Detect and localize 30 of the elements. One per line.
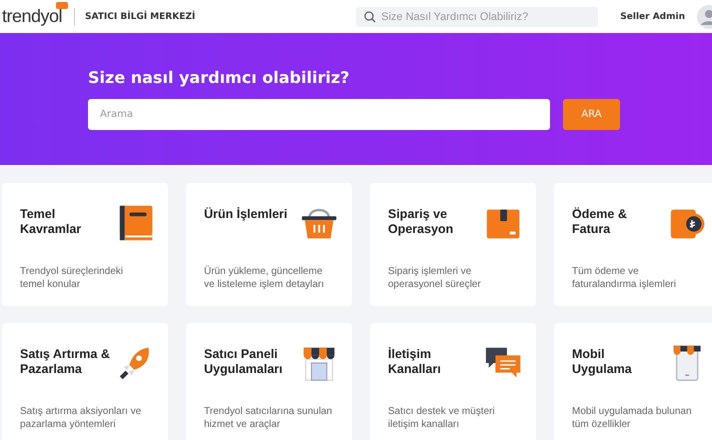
category-card[interactable]: Sipariş ve Operasyon Sipariş işlemleri ve operasyonel süreçler — [370, 183, 536, 306]
category-card[interactable]: Mobil Uygulama Mobil uygulamada bulunan tüm özellikler — [554, 323, 712, 440]
card-title: Mobil Uygulama — [572, 347, 633, 377]
category-card[interactable]: Ürün İşlemleri Ürün yükleme, güncelleme ve listeleme işlem detayları — [186, 183, 352, 306]
card-description: Trendyol süreçlerindeki temel konular — [20, 265, 124, 291]
card-description: Satıcı destek ve müşteri iletişim kanalları — [388, 405, 496, 431]
logo[interactable]: trendyol — [2, 6, 62, 27]
card-title: Sipariş ve Operasyon — [388, 207, 454, 237]
card-description: Tüm ödeme ve faturalandırma işlemleri — [572, 265, 677, 291]
category-card[interactable]: Temel Kavramlar Trendyol süreçlerindeki temel konular — [2, 183, 168, 306]
card-description: Mobil uygulamada bulunan tüm özellikler — [572, 405, 693, 431]
user-name[interactable]: Seller Admin — [620, 12, 685, 22]
card-title: Ürün İşlemleri — [204, 207, 288, 222]
category-card[interactable]: Ödeme & Fatura Tüm ödeme ve faturalandırma işlemleri — [554, 183, 712, 306]
card-description: Trendyol satıcılarına sunulan hizmet ve araçlar — [204, 405, 334, 431]
card-title: Satış Artırma & Pazarlama — [20, 347, 111, 377]
card-title: Ödeme & Fatura — [572, 207, 628, 237]
category-card[interactable]: Satış Artırma & Pazarlama Satış artırma aksiyonları ve pazarlama yöntemleri — [2, 323, 168, 440]
card-title: İletişim Kanalları — [388, 347, 442, 377]
category-card[interactable]: Satıcı Paneli Uygulamaları Trendyol satıcılarına sunulan hizmet ve araçlar — [186, 323, 352, 440]
category-card[interactable]: İletişim Kanalları Satıcı destek ve müşteri iletişim kanalları — [370, 323, 536, 440]
card-description: Sipariş işlemleri ve operasyonel süreçler — [388, 265, 482, 291]
card-title: Satıcı Paneli Uygulamaları — [204, 347, 284, 377]
card-description: Ürün yükleme, güncelleme ve listeleme işlem detayları — [204, 265, 326, 291]
section-title: SATICI BİLGİ MERKEZİ — [85, 12, 196, 22]
hero-title: Size nasıl yardımcı olabiliriz? — [88, 68, 350, 87]
card-description: Satış artırma aksiyonları ve pazarlama yöntemleri — [20, 405, 142, 431]
search-field[interactable]: Size Nasıl Yardımcı Olabiliriz? — [356, 6, 598, 26]
card-title: Temel Kavramlar — [20, 207, 82, 237]
search-field[interactable]: Arama — [88, 99, 550, 130]
